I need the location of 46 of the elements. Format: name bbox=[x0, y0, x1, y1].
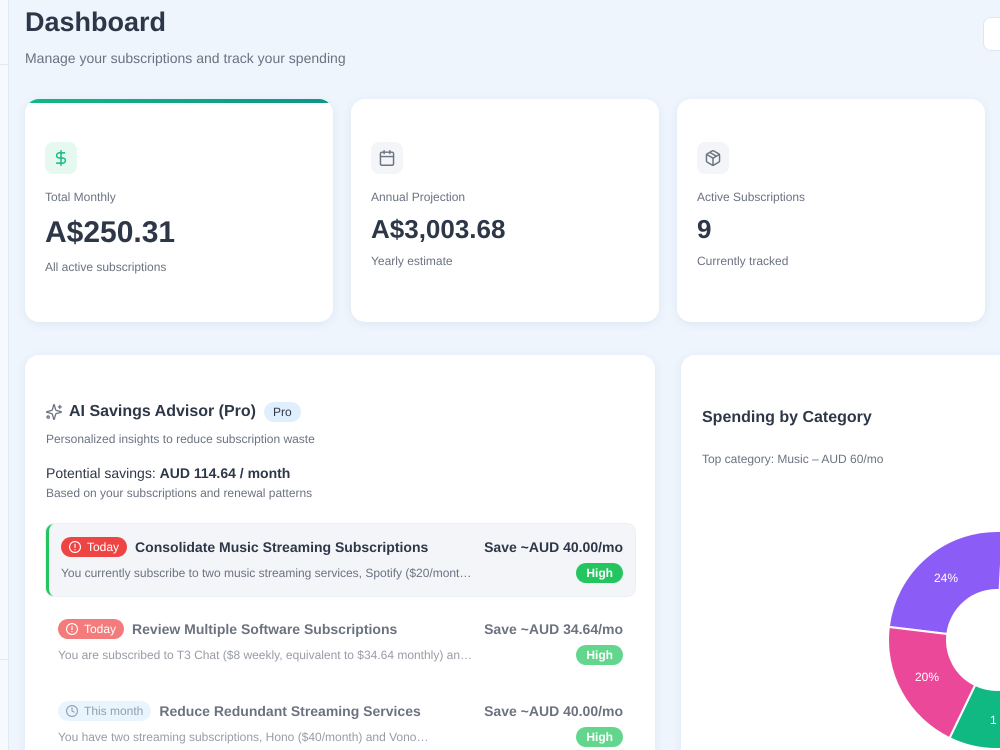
percent-label: 24% bbox=[934, 571, 958, 586]
recommendation-item[interactable]: Today Consolidate Music Streaming Subscriptions Save ~AUD 40.00/mo You currently subscribe to two music streaming services, Spotify ($20/mont… High bbox=[46, 524, 635, 596]
stat-caption: Yearly estimate bbox=[371, 253, 454, 270]
saving-amount: Save ~AUD 34.64/mo bbox=[484, 620, 623, 639]
advisor-title: AI Savings Advisor (Pro) bbox=[69, 402, 256, 422]
savings-summary: Potential savings: AUD 114.64 / month bbox=[46, 464, 292, 484]
recommendation-description: You are subscribed to T3 Chat ($8 weekly, equivalent to $34.64 monthly) an… bbox=[58, 647, 472, 664]
recommendation-item[interactable]: Today Review Multiple Software Subscriptions Save ~AUD 34.64/mo You are subscribed to T3 Chat ($8 weekly, equivalent to $34.64 monthly) an… High bbox=[46, 606, 635, 678]
timing-label: This month bbox=[84, 703, 144, 720]
savings-note: Based on your subscriptions and renewal patterns bbox=[46, 485, 314, 502]
recommendation-description: You currently subscribe to two music streaming services, Spotify ($20/mont… bbox=[61, 565, 472, 582]
page-subtitle: Manage your subscriptions and track your spending bbox=[25, 49, 346, 68]
priority-badge: High bbox=[576, 563, 623, 584]
recommendation-title: Review Multiple Software Subscriptions bbox=[132, 620, 398, 639]
alert-icon bbox=[69, 541, 81, 554]
saving-amount: Save ~AUD 40.00/mo bbox=[484, 538, 623, 557]
spending-title: Spending by Category bbox=[702, 408, 873, 428]
page-title: Dashboard bbox=[25, 6, 168, 38]
priority-badge: High bbox=[576, 645, 623, 666]
stat-label: Total Monthly bbox=[45, 189, 117, 206]
top-category-text: Top category: Music – AUD 60/mo bbox=[702, 451, 884, 468]
recommendation-title: Consolidate Music Streaming Subscriptions bbox=[135, 538, 428, 557]
alert-icon bbox=[66, 623, 78, 636]
stat-value: 9 bbox=[697, 214, 712, 246]
timing-label: Today bbox=[87, 539, 120, 556]
recommendation-title: Reduce Redundant Streaming Services bbox=[159, 702, 421, 721]
clock-icon bbox=[66, 705, 78, 718]
stat-caption: All active subscriptions bbox=[45, 259, 168, 276]
stat-value: A$3,003.68 bbox=[371, 214, 506, 246]
box-icon bbox=[697, 142, 729, 174]
stat-value: A$250.31 bbox=[45, 215, 176, 252]
recommendation-description: You have two streaming subscriptions, Hono ($40/month) and Vono… bbox=[58, 729, 428, 746]
sparkle-icon bbox=[46, 404, 62, 420]
pro-badge: Pro bbox=[264, 402, 301, 422]
dollar-icon bbox=[45, 142, 77, 174]
timing-label: Today bbox=[84, 621, 116, 638]
advisor-description: Personalized insights to reduce subscription waste bbox=[46, 431, 316, 448]
percent-label: 1 bbox=[990, 713, 997, 728]
priority-badge: High bbox=[576, 727, 623, 748]
stat-caption: Currently tracked bbox=[697, 253, 790, 270]
stat-label: Active Subscriptions bbox=[697, 189, 806, 206]
stat-label: Annual Projection bbox=[371, 189, 466, 206]
saving-amount: Save ~AUD 40.00/mo bbox=[484, 702, 623, 721]
percent-label: 20% bbox=[914, 670, 940, 684]
recommendation-item[interactable]: This month Reduce Redundant Streaming Services Save ~AUD 40.00/mo You have two streaming subscriptions, Hono ($40/month) and Vono… High bbox=[46, 688, 635, 750]
calendar-icon bbox=[371, 142, 403, 174]
